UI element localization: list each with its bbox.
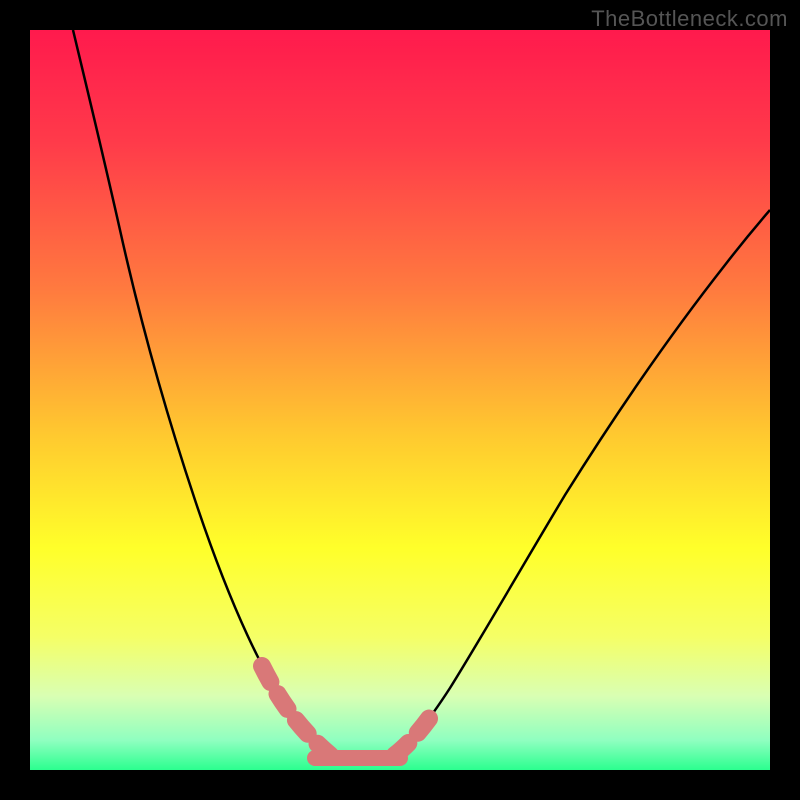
left-marker-segment	[262, 666, 330, 755]
curves-overlay	[30, 30, 770, 770]
chart-plot-area	[30, 30, 770, 770]
right-marker-segment	[395, 710, 435, 755]
left-curve-line	[73, 30, 330, 755]
watermark-text: TheBottleneck.com	[591, 6, 788, 32]
right-curve-line	[395, 210, 770, 755]
